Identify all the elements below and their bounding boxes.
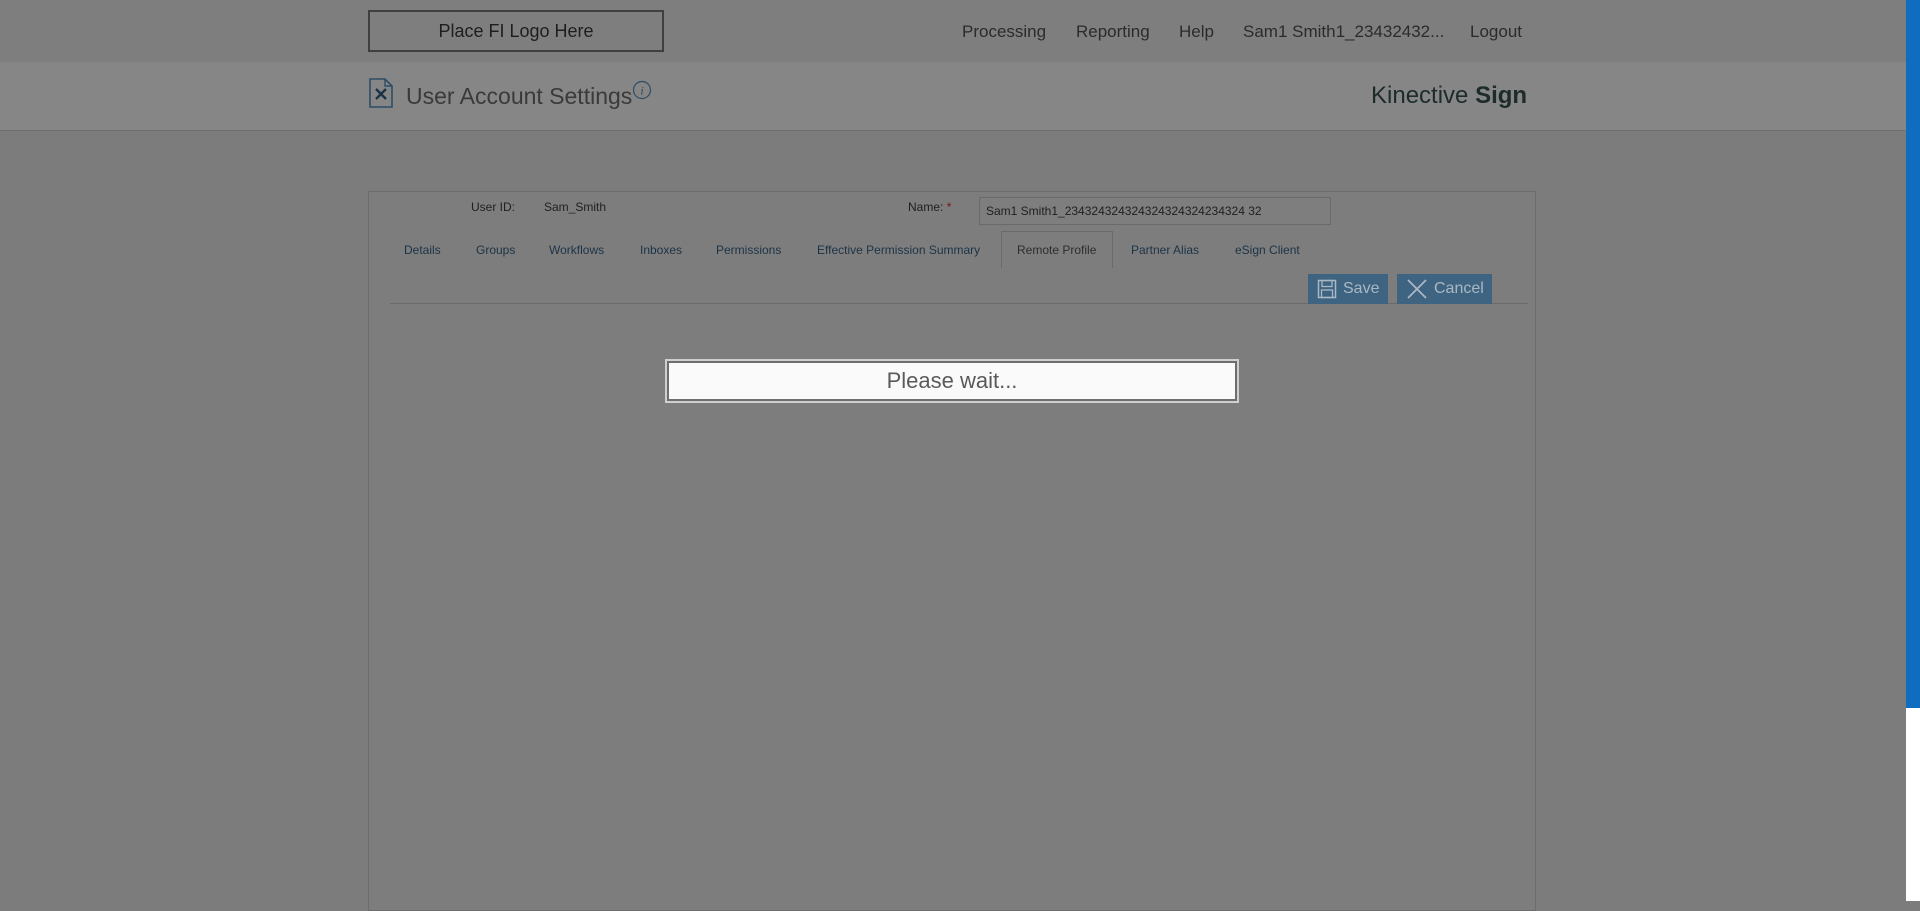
user-id-value: Sam_Smith [544,200,607,214]
tab-effective-permission-summary[interactable]: Effective Permission Summary [817,243,980,257]
nav-reporting[interactable]: Reporting [1076,22,1150,42]
tab-workflows[interactable]: Workflows [549,243,604,257]
logo-placeholder: Place FI Logo Here [368,10,664,52]
settings-document-icon [369,78,393,108]
close-icon [1407,279,1427,299]
please-wait-dialog: Please wait... [665,359,1239,403]
cancel-label: Cancel [1434,280,1484,297]
nav-help[interactable]: Help [1179,22,1214,42]
brand-logo: Kinective Sign [1371,82,1528,109]
save-button[interactable]: Save [1308,274,1388,304]
tab-inboxes[interactable]: Inboxes [640,243,682,257]
required-marker: * [946,200,952,214]
svg-text:i: i [640,84,643,98]
save-label: Save [1343,280,1380,297]
scrollbar-thumb[interactable] [1906,0,1920,708]
tab-remote-profile[interactable]: Remote Profile [1017,243,1096,257]
page-title: User Account Settings [406,83,633,109]
tab-details[interactable]: Details [404,243,441,257]
tab-esign-client[interactable]: eSign Client [1235,243,1300,257]
user-id-label: User ID: [471,200,516,214]
nav-user-account[interactable]: Sam1 Smith1_23432432... [1243,22,1444,42]
top-bar [0,0,1906,62]
tab-groups[interactable]: Groups [476,243,515,257]
cancel-button[interactable]: Cancel [1397,274,1492,304]
tab-permissions[interactable]: Permissions [716,243,781,257]
name-label: Name: * [908,200,952,214]
nav-logout[interactable]: Logout [1470,22,1522,42]
save-icon [1317,279,1337,299]
name-field[interactable]: Sam1 Smith1_234324324324324324324234324 … [979,197,1331,225]
page-header-bar [0,62,1906,131]
info-icon[interactable]: i [632,80,652,100]
nav-processing[interactable]: Processing [962,22,1046,42]
tab-partner-alias[interactable]: Partner Alias [1131,243,1199,257]
